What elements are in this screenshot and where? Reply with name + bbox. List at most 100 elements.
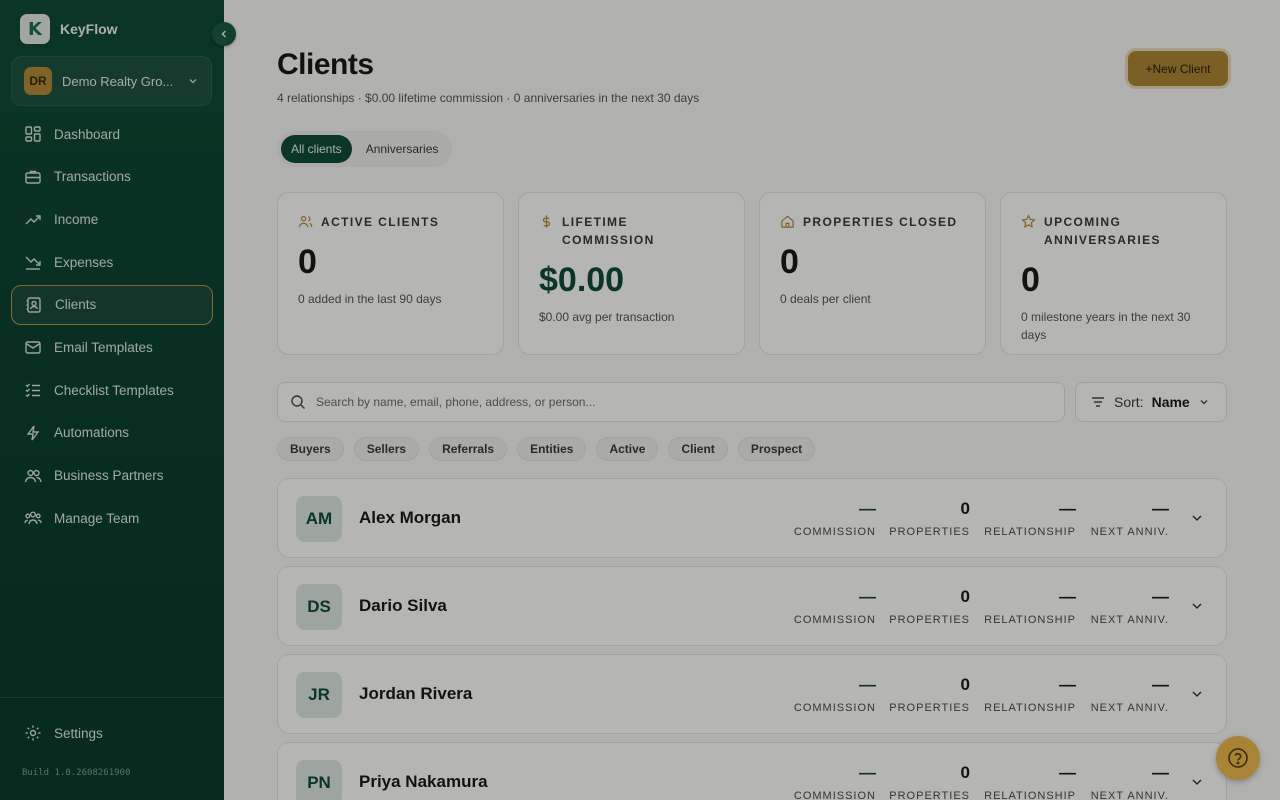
stat-note: 0 milestone years in the next 30 days	[1021, 310, 1191, 342]
client-tabs: All clients Anniversaries	[277, 131, 453, 167]
metric-commission: — COMMISSION	[794, 499, 876, 538]
metric-value: —	[1059, 587, 1076, 606]
metric-relationship: — RELATIONSHIP	[984, 587, 1076, 626]
trending-up-icon	[25, 215, 41, 225]
metric-value: 0	[960, 499, 970, 518]
partners-icon	[24, 469, 42, 482]
brand-name: KeyFlow	[60, 21, 118, 37]
filter-chip-sellers[interactable]: Sellers	[353, 437, 420, 461]
sidebar-item-label: Expenses	[54, 254, 114, 270]
sidebar-item-label: Manage Team	[54, 510, 140, 526]
metric-value: —	[859, 763, 876, 782]
sidebar-item-label: Business Partners	[54, 468, 164, 483]
stat-label: LIFETIME COMMISSION	[562, 215, 655, 247]
sort-value: Name	[1151, 394, 1190, 410]
metric-value: —	[1059, 675, 1076, 694]
page-title: Clients	[277, 48, 374, 81]
sidebar-item-income[interactable]: Income	[11, 199, 213, 239]
sidebar-item-label: Automations	[54, 425, 130, 441]
metric-next-anniv: — NEXT ANNIV.	[1091, 675, 1169, 714]
metric-label: RELATIONSHIP	[984, 526, 1076, 538]
brand[interactable]: K KeyFlow	[20, 14, 118, 44]
help-button[interactable]	[1216, 736, 1260, 780]
metric-label: COMMISSION	[793, 526, 876, 538]
sidebar-item-label: Checklist Templates	[54, 382, 174, 398]
stat-value: 0	[780, 243, 799, 281]
sidebar-item-checklist-templates[interactable]: Checklist Templates	[11, 370, 213, 410]
metric-label: PROPERTIES	[889, 526, 970, 538]
stat-value: 0	[298, 243, 317, 281]
sidebar-item-dashboard[interactable]: Dashboard	[11, 114, 213, 154]
filter-chip-entities[interactable]: Entities	[517, 437, 587, 461]
metric-relationship: — RELATIONSHIP	[984, 763, 1076, 800]
metric-commission: — COMMISSION	[794, 675, 876, 714]
tab-all-clients[interactable]: All clients	[281, 135, 352, 163]
collapse-sidebar-button[interactable]	[212, 22, 236, 46]
chevron-down-icon[interactable]	[1190, 599, 1204, 613]
filter-chip-prospect[interactable]: Prospect	[737, 437, 816, 461]
sidebar-divider	[0, 697, 224, 698]
sidebar-item-label: Dashboard	[54, 126, 121, 142]
client-name: Jordan Rivera	[359, 684, 473, 703]
client-row[interactable]: AM Alex Morgan — COMMISSION 0 PROPERTIES —…	[277, 478, 1227, 558]
stat-note: $0.00 avg per transaction	[539, 310, 675, 324]
sidebar-item-business-partners[interactable]: Business Partners	[11, 456, 213, 496]
sidebar-item-label: Income	[54, 211, 99, 227]
trending-down-icon	[25, 256, 41, 270]
org-switcher[interactable]: DR Demo Realty Gro...	[11, 56, 212, 106]
sidebar-item-automations[interactable]: Automations	[11, 413, 213, 453]
metric-label: COMMISSION	[793, 614, 876, 626]
filter-chip-buyers[interactable]: Buyers	[277, 437, 344, 461]
search-bar	[277, 382, 1065, 422]
filter-chip-referrals[interactable]: Referrals	[429, 437, 508, 461]
main-content: Clients 4 relationships · $0.00 lifetime…	[224, 0, 1280, 800]
filter-chip-active[interactable]: Active	[596, 437, 659, 461]
search-input[interactable]	[316, 395, 1052, 409]
metric-next-anniv: — NEXT ANNIV.	[1091, 587, 1169, 626]
metric-label: RELATIONSHIP	[984, 790, 1076, 800]
metric-value: —	[1152, 587, 1169, 606]
sidebar: K KeyFlow DR Demo Realty Gro... Dashboar…	[0, 0, 224, 800]
search-icon	[291, 395, 305, 409]
chevron-down-icon[interactable]	[1190, 775, 1204, 789]
chevron-down-icon[interactable]	[1190, 511, 1204, 525]
client-name: Alex Morgan	[359, 508, 462, 527]
home-icon	[781, 215, 794, 228]
users-icon	[298, 215, 313, 228]
sidebar-item-transactions[interactable]: Transactions	[11, 157, 213, 197]
sort-dropdown[interactable]: Sort: Name	[1075, 382, 1227, 422]
contacts-icon	[26, 297, 41, 313]
stat-note: 0 deals per client	[780, 292, 871, 306]
metric-commission: — COMMISSION	[794, 587, 876, 626]
org-initials: DR	[24, 67, 52, 95]
stat-card-lifetime-commission: LIFETIME COMMISSION $0.00 $0.00 avg per …	[518, 192, 745, 355]
metric-next-anniv: — NEXT ANNIV.	[1091, 763, 1169, 800]
stat-value: 0	[1021, 261, 1040, 299]
filter-chip-client[interactable]: Client	[668, 437, 728, 461]
filter-chips: Buyers Sellers Referrals Entities Active…	[277, 437, 816, 461]
client-name: Priya Nakamura	[359, 772, 488, 791]
page-subtitle: 4 relationships · $0.00 lifetime commiss…	[277, 91, 700, 105]
metric-value: 0	[960, 675, 970, 694]
sidebar-item-email-templates[interactable]: Email Templates	[11, 327, 213, 367]
client-row[interactable]: JR Jordan Rivera — COMMISSION 0 PROPERTIES…	[277, 654, 1227, 734]
new-client-button[interactable]: +New Client	[1128, 51, 1228, 86]
filter-lines-icon	[1092, 397, 1104, 407]
team-icon	[24, 511, 42, 525]
stat-note: 0 added in the last 90 days	[298, 292, 442, 306]
help-icon	[1228, 748, 1248, 768]
metric-value: —	[1059, 763, 1076, 782]
client-row[interactable]: DS Dario Silva — COMMISSION 0 PROPERTIES —…	[277, 566, 1227, 646]
client-row[interactable]: PN Priya Nakamura — COMMISSION 0 PROPERTIE…	[277, 742, 1227, 800]
metric-label: NEXT ANNIV.	[1090, 790, 1169, 800]
chevron-down-icon[interactable]	[1190, 687, 1204, 701]
metric-relationship: — RELATIONSHIP	[984, 675, 1076, 714]
dollar-icon	[542, 215, 551, 228]
sidebar-item-expenses[interactable]: Expenses	[11, 242, 213, 282]
tab-anniversaries[interactable]: Anniversaries	[356, 135, 449, 163]
sidebar-item-manage-team[interactable]: Manage Team	[11, 498, 213, 538]
metric-label: COMMISSION	[793, 790, 876, 800]
sidebar-item-settings[interactable]: Settings	[24, 724, 103, 742]
metric-value: 0	[960, 763, 970, 782]
sidebar-item-clients[interactable]: Clients	[11, 284, 213, 325]
